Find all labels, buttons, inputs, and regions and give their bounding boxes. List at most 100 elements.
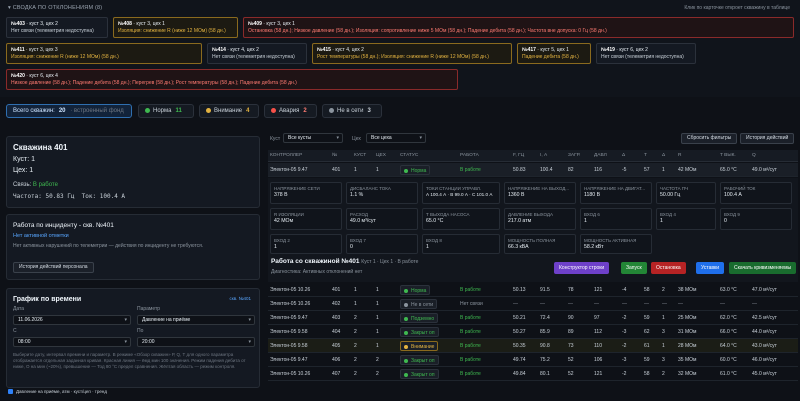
bush-filter-select[interactable]: Все кусты bbox=[283, 133, 343, 143]
reset-filters-button[interactable]: Сбросить фильтры bbox=[681, 133, 738, 144]
col-header[interactable]: F, ГЦ bbox=[513, 153, 524, 158]
alerts-summary: ▾ СВОДКА ПО ОТКЛОНЕНИЯМ (8) Клик по карт… bbox=[0, 0, 800, 97]
col-header[interactable]: I, А bbox=[540, 153, 547, 158]
cell-flow: 44.0 м³/сут bbox=[752, 329, 777, 335]
alert-card[interactable]: №403 · куст 3, цех 2 Нет связи (телеметр… bbox=[6, 17, 108, 38]
cell-number: 401 bbox=[332, 287, 341, 293]
alert-card[interactable]: №409 · куст 3, цех 1 Остановка (58 дн.);… bbox=[243, 17, 794, 38]
download-curves-button[interactable]: Скачать кривизменяемы bbox=[729, 262, 797, 274]
cell-number: 407 bbox=[332, 371, 341, 377]
table-row[interactable]: Электон-05 10.26 401 1 1 Норма В работе … bbox=[268, 283, 798, 297]
cell-work: В работе bbox=[460, 315, 481, 321]
info-cell: ВХОД 81 bbox=[422, 234, 500, 254]
incident-title: Работа по инциденту - скв. №401 bbox=[13, 222, 114, 229]
bush-filter-value: Все кусты bbox=[288, 135, 312, 141]
row-constructor-button[interactable]: Конструктор строки bbox=[554, 262, 610, 274]
cell-pressure: — bbox=[594, 301, 599, 307]
alert-well: №415 bbox=[317, 47, 331, 53]
tab-alarm[interactable]: Авария 2 bbox=[264, 104, 317, 118]
well-tok-value: 100.4 А bbox=[99, 193, 126, 200]
status-text: Норма bbox=[411, 168, 427, 174]
alert-card[interactable]: №419 · куст 6, цех 2 Нет связи (телеметр… bbox=[596, 43, 696, 64]
time-from-input[interactable]: 08:00 bbox=[13, 337, 131, 347]
table-row[interactable]: Электон-05 9.58 404 2 1 Закрыт оп В рабо… bbox=[268, 325, 798, 339]
notification-bar[interactable]: Давление на приёме, атм · куст/цеп · тре… bbox=[8, 389, 107, 398]
actions-history-button[interactable]: История действий bbox=[740, 133, 795, 144]
info-cell: Т ВЫХОДА НАСОСА 65.0 °C bbox=[422, 208, 500, 230]
cell-bush: 2 bbox=[354, 343, 357, 349]
info-key: ВХОД 6 bbox=[584, 212, 600, 217]
personnel-history-button[interactable]: История действий персонала bbox=[13, 262, 94, 273]
table-row[interactable]: Электон-05 9.47 401 1 1 Норма В работе 5… bbox=[268, 163, 798, 177]
alert-card[interactable]: №420 · куст 6, цех 4 Низкое давление (58… bbox=[6, 69, 458, 90]
cell-freq: — bbox=[513, 301, 518, 307]
col-header[interactable]: ДАВЛ bbox=[594, 153, 607, 158]
alert-card[interactable]: №415 · куст 4, цех 2 Рост температуры (5… bbox=[312, 43, 512, 64]
table-row[interactable]: Электон-05 9.47 406 2 2 Закрыт оп В рабо… bbox=[268, 353, 798, 367]
col-header[interactable]: Δ bbox=[622, 153, 625, 158]
col-header[interactable]: R bbox=[678, 153, 681, 158]
param-select[interactable]: Давление на приёме bbox=[137, 315, 255, 325]
col-header[interactable]: Q bbox=[752, 153, 756, 158]
col-header[interactable]: ЗАГР. bbox=[568, 153, 580, 158]
cell-freq: 49.74 bbox=[513, 357, 526, 363]
tab-offline[interactable]: Не в сети 3 bbox=[322, 104, 382, 118]
status-dot-icon bbox=[404, 288, 408, 293]
info-key: ТОКИ СТАНЦИИ УПРАВЛ. bbox=[426, 186, 482, 191]
col-header[interactable]: КОНТРОЛЛЕР bbox=[270, 153, 302, 158]
cell-load: 89 bbox=[568, 329, 574, 335]
col-header[interactable]: T bbox=[644, 153, 647, 158]
cell-current: 75.2 bbox=[540, 357, 550, 363]
well-bush: Куст: 1 bbox=[13, 156, 35, 163]
param-value: Давление на приёме bbox=[142, 317, 191, 323]
alert-description: Нет связи (телеметрия недоступна) bbox=[11, 28, 94, 34]
cell-resistance: — bbox=[678, 301, 683, 307]
info-value: 1 bbox=[584, 218, 587, 224]
col-header[interactable]: Δ bbox=[662, 153, 665, 158]
col-header[interactable]: РАБОТА bbox=[460, 153, 479, 158]
table-row[interactable]: Электон-05 9.58 405 2 1 Внимание В работ… bbox=[268, 339, 798, 353]
table-row[interactable]: Электон-05 9.47 403 2 1 Подземно В работ… bbox=[268, 311, 798, 325]
cell-out-temp: 61.0 °C bbox=[720, 371, 737, 377]
date-value: 11.06.2026 bbox=[18, 317, 43, 323]
col-header[interactable]: T ВЫК. bbox=[720, 153, 736, 158]
cell-freq: 49.84 bbox=[513, 371, 526, 377]
col-header[interactable]: СТАТУС bbox=[400, 153, 418, 158]
incident-panel: Работа по инциденту - скв. №401 Нет акти… bbox=[6, 214, 260, 280]
cell-controller: Электон-05 9.47 bbox=[270, 167, 308, 173]
alert-location: · куст 3, цех 1 bbox=[131, 21, 165, 27]
tab-all[interactable]: Всего скважин: 20 · встроенный фонд bbox=[6, 104, 132, 118]
tab-attention-count: 4 bbox=[246, 108, 250, 114]
alerts-header[interactable]: ▾ СВОДКА ПО ОТКЛОНЕНИЯМ (8) bbox=[8, 5, 102, 11]
cell-bush: 1 bbox=[354, 301, 357, 307]
info-value: 1.1 % bbox=[350, 192, 364, 198]
shop-filter-select[interactable]: Все цеха bbox=[366, 133, 426, 143]
status-badge: Подземно bbox=[400, 313, 439, 323]
table-row[interactable]: Электон-05 10.26 402 1 1 Не в сети Нет с… bbox=[268, 297, 798, 311]
cell-out-temp: — bbox=[720, 301, 725, 307]
tab-attention[interactable]: Внимание 4 bbox=[199, 104, 259, 118]
status-badge: Закрыт оп bbox=[400, 327, 439, 337]
tab-norm[interactable]: Норма 11 bbox=[138, 104, 194, 118]
alert-well: №403 bbox=[11, 21, 25, 27]
alert-card[interactable]: №408 · куст 3, цех 1 Изоляция: снижение … bbox=[113, 17, 238, 38]
col-header[interactable]: ЦЕХ bbox=[376, 153, 386, 158]
cell-flow: 43.0 м³/сут bbox=[752, 343, 777, 349]
setpoints-button[interactable]: Уставки bbox=[696, 262, 724, 274]
table-row[interactable]: Электон-05 10.26 407 2 2 Закрыт оп В раб… bbox=[268, 367, 798, 381]
time-to-input[interactable]: 20:00 bbox=[137, 337, 255, 347]
stop-button[interactable]: Остановка bbox=[651, 262, 686, 274]
incident-text: Нет активных нарушений по телеметрии — д… bbox=[13, 243, 204, 249]
alert-card[interactable]: №414 · куст 4, цех 2 Нет связи (телеметр… bbox=[207, 43, 307, 64]
start-button[interactable]: Запуск bbox=[621, 262, 647, 274]
cell-flow: 49.0 м³/сут bbox=[752, 167, 777, 173]
date-input[interactable]: 11.06.2026 bbox=[13, 315, 131, 325]
col-header[interactable]: № bbox=[332, 153, 337, 158]
alert-card[interactable]: №417 · куст 5, цех 1 Падение дебита (58 … bbox=[517, 43, 591, 64]
info-key: ДАВЛЕНИЕ ВЫХОДА bbox=[508, 212, 553, 217]
info-key: Т ВЫХОДА НАСОСА bbox=[426, 212, 470, 217]
incident-status: Нет активной отметки bbox=[13, 233, 69, 239]
alerts-header-label: ▾ СВОДКА ПО ОТКЛОНЕНИЯМ bbox=[8, 5, 94, 11]
col-header[interactable]: КУСТ bbox=[354, 153, 366, 158]
alert-card[interactable]: №411 · куст 3, цех 3 Изоляция: снижение … bbox=[6, 43, 202, 64]
